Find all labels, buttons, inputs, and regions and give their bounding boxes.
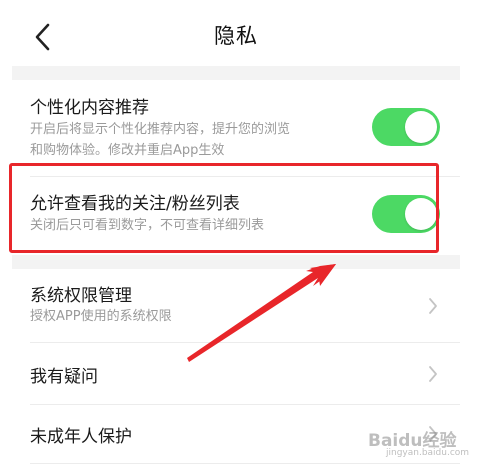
setting-system-permissions[interactable]: 系统权限管理 授权APP使用的系统权限 <box>12 269 460 342</box>
setting-title: 允许查看我的关注/粉丝列表 <box>30 194 240 214</box>
setting-description: 关闭后只可看到数字，不可查看详细列表 <box>30 218 265 233</box>
setting-title: 系统权限管理 <box>30 286 132 306</box>
follow-list-visibility-toggle[interactable] <box>372 195 440 233</box>
chevron-right-icon <box>429 298 437 314</box>
setting-allow-view-follow-list: 允许查看我的关注/粉丝列表 关闭后只可看到数字，不可查看详细列表 <box>12 177 460 255</box>
setting-description: 和购物体验。修改并重启App生效 <box>30 143 225 158</box>
setting-description: 授权APP使用的系统权限 <box>30 309 172 324</box>
setting-description: 开启后将显示个性化推荐内容，提升您的浏览 <box>30 122 291 137</box>
toggle-knob <box>405 111 437 143</box>
screen: 隐私 个性化内容推荐 开启后将显示个性化推荐内容，提升您的浏览 和购物体验。修改… <box>0 0 486 475</box>
navigation-bar: 隐私 <box>12 0 460 66</box>
setting-personalized-recommendation: 个性化内容推荐 开启后将显示个性化推荐内容，提升您的浏览 和购物体验。修改并重启… <box>12 80 460 176</box>
watermark-url: jingyan.baidu.com <box>386 448 470 458</box>
chevron-right-icon <box>429 366 437 382</box>
setting-title: 我有疑问 <box>30 367 98 387</box>
section-gap <box>12 66 460 80</box>
toggle-knob <box>405 198 437 230</box>
personalized-recommendation-toggle[interactable] <box>372 108 440 146</box>
setting-title: 个性化内容推荐 <box>30 98 149 118</box>
divider <box>30 463 460 464</box>
page-title: 隐私 <box>214 24 258 48</box>
section-gap <box>12 255 460 269</box>
settings-page: 隐私 个性化内容推荐 开启后将显示个性化推荐内容，提升您的浏览 和购物体验。修改… <box>12 0 460 475</box>
setting-have-questions[interactable]: 我有疑问 <box>12 343 460 404</box>
setting-title: 未成年人保护 <box>30 427 132 447</box>
baidu-watermark: Baidu经验 jingyan.baidu.com <box>368 424 470 460</box>
